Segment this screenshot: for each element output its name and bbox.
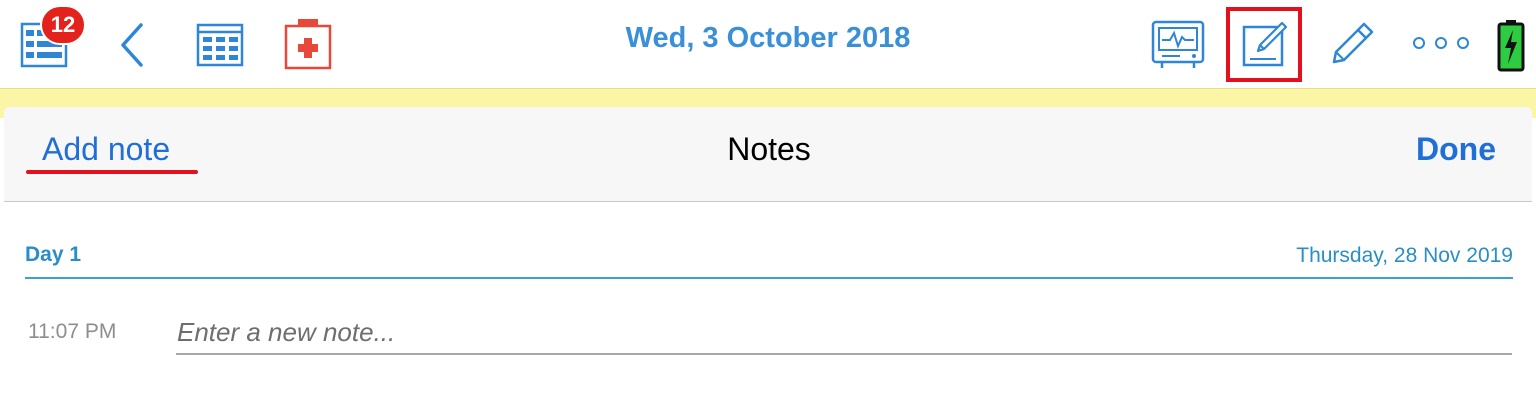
- compose-highlight-box: [1226, 7, 1302, 82]
- notification-badge: 12: [40, 5, 86, 45]
- first-aid-icon: [284, 19, 332, 70]
- monitor-icon: [1151, 20, 1205, 68]
- date-title: Wed, 3 October 2018: [625, 22, 911, 54]
- add-note-button[interactable]: Add note: [42, 131, 170, 168]
- note-time: 11:07 PM: [28, 320, 117, 343]
- monitor-button[interactable]: [1150, 20, 1206, 70]
- calendar-icon: [196, 23, 244, 67]
- back-button[interactable]: [114, 22, 150, 68]
- top-toolbar: 12 Wed, 3 October 2018: [0, 0, 1536, 88]
- day-section-header: Day 1 Thursday, 28 Nov 2019: [25, 235, 1513, 279]
- back-chevron-icon: [121, 23, 143, 67]
- day-date: Thursday, 28 Nov 2019: [1296, 244, 1513, 267]
- note-input-field[interactable]: [176, 311, 1512, 355]
- battery-icon: [1497, 20, 1525, 72]
- pencil-button[interactable]: [1328, 18, 1378, 68]
- battery-indicator: [1496, 18, 1526, 72]
- done-button[interactable]: Done: [1416, 131, 1496, 168]
- notes-sheet: Add note Notes Done Day 1 Thursday, 28 N…: [4, 107, 1532, 420]
- notes-title: Notes: [727, 131, 811, 167]
- day-label: Day 1: [25, 243, 82, 266]
- add-note-underline: [26, 170, 198, 174]
- notes-header: Add note Notes Done: [4, 107, 1532, 202]
- more-button[interactable]: [1410, 30, 1472, 56]
- calendar-button[interactable]: [196, 22, 244, 68]
- pencil-icon: [1332, 22, 1374, 64]
- more-icon: [1413, 37, 1469, 49]
- first-aid-button[interactable]: [284, 18, 332, 70]
